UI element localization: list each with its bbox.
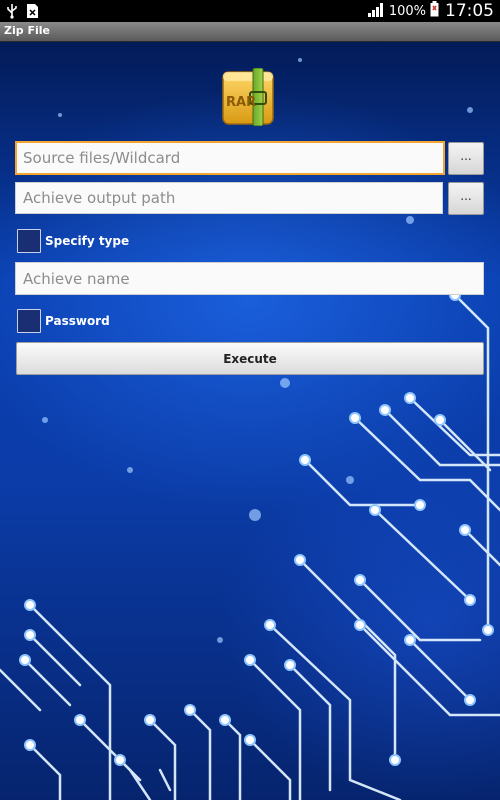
achieve-name-input[interactable]: Achieve name	[15, 262, 484, 295]
specify-type-checkbox[interactable]	[17, 229, 41, 253]
browse-output-button[interactable]: ...	[448, 182, 484, 215]
password-label: Password	[45, 314, 110, 328]
achieve-name-placeholder: Achieve name	[23, 269, 130, 288]
specify-type-row[interactable]: Specify type	[17, 228, 129, 254]
signal-icon	[367, 2, 385, 21]
specify-type-label: Specify type	[45, 234, 130, 248]
document-notification-icon	[26, 3, 39, 23]
output-path-placeholder: Achieve output path	[23, 189, 176, 207]
source-files-input[interactable]: Source files/Wildcard	[15, 141, 445, 175]
password-row[interactable]: Password	[17, 308, 110, 334]
battery-percentage: 100%	[388, 3, 426, 19]
status-bar: 100% 17:05	[0, 0, 500, 22]
execute-button[interactable]: Execute	[16, 342, 484, 375]
logo-text: RAR	[226, 95, 256, 110]
password-checkbox[interactable]	[17, 309, 41, 333]
app-title-bar: Zip File	[0, 22, 500, 42]
rar-logo-icon: RAR	[220, 67, 276, 127]
browse-source-button[interactable]: ...	[448, 142, 484, 175]
app-title: Zip File	[4, 24, 50, 37]
battery-icon	[430, 1, 439, 21]
source-files-placeholder: Source files/Wildcard	[23, 149, 181, 167]
usb-icon	[6, 3, 18, 23]
clock: 17:05	[445, 1, 494, 21]
output-path-input[interactable]: Achieve output path	[15, 182, 443, 214]
